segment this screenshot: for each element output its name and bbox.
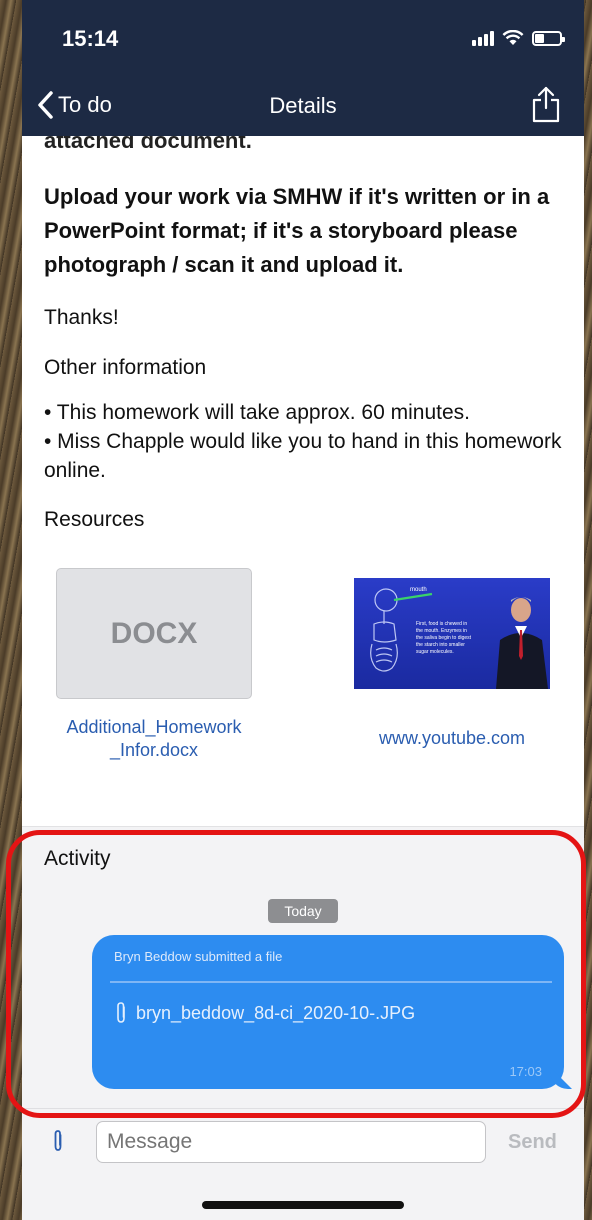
illustration-caption: mouth	[410, 587, 427, 593]
presenter-figure	[496, 597, 548, 689]
thumb-line: First, food is chewed in	[416, 621, 467, 627]
background-left	[0, 0, 22, 1220]
date-separator-badge: Today	[268, 899, 338, 923]
upload-instructions: Upload your work via SMHW if it's writte…	[44, 184, 550, 277]
youtube-resource-link[interactable]: www.youtube.com	[352, 728, 552, 749]
message-time: 17:03	[509, 1064, 542, 1079]
battery-icon	[532, 31, 565, 46]
truncated-text: attached document.	[44, 136, 252, 153]
activity-section: Activity Today Bryn Beddow submitted a f…	[22, 826, 584, 1108]
docx-resource-thumbnail[interactable]: DOCX	[56, 568, 252, 699]
other-information-list: • This homework will take approx. 60 min…	[44, 398, 564, 485]
other-information-heading: Other information	[44, 356, 207, 379]
message-input[interactable]	[96, 1121, 486, 1163]
file-name: bryn_beddow_8d-ci_2020-10-.JPG	[136, 1002, 416, 1023]
signal-icon	[472, 30, 494, 46]
digestive-system-illustration: mouth First, food is chewed in the mouth…	[370, 587, 548, 689]
thumb-line: the mouth. Enzymes in	[416, 628, 467, 634]
thumb-line: sugar molecules.	[416, 649, 454, 655]
message-composer: Send	[22, 1108, 584, 1220]
send-button[interactable]: Send	[508, 1131, 557, 1154]
share-icon[interactable]	[530, 86, 562, 124]
navigation-bar: To do Details	[22, 80, 584, 136]
attached-file-link[interactable]: bryn_beddow_8d-ci_2020-10-.JPG	[114, 1001, 415, 1025]
home-indicator	[202, 1201, 404, 1209]
other-info-item: • Miss Chapple would like you to hand in…	[44, 430, 562, 482]
thanks-text: Thanks!	[44, 306, 119, 329]
thumb-line: the saliva begin to digest	[416, 635, 472, 641]
docx-resource-link[interactable]: Additional_Homework _Infor.docx	[52, 716, 256, 762]
details-content: attached document. Upload your work via …	[22, 136, 584, 826]
other-info-item: • This homework will take approx. 60 min…	[44, 401, 470, 424]
status-bar: 15:14	[22, 0, 584, 80]
activity-message-bubble[interactable]: Bryn Beddow submitted a file bryn_beddow…	[92, 935, 564, 1089]
message-header: Bryn Beddow submitted a file	[114, 949, 283, 964]
paperclip-icon[interactable]	[52, 1129, 64, 1153]
message-divider	[110, 981, 552, 983]
page-title: Details	[269, 93, 337, 118]
thumb-line: the starch into smaller	[416, 642, 465, 648]
resources-heading: Resources	[44, 508, 145, 531]
status-icons	[472, 30, 565, 46]
wifi-icon	[502, 30, 524, 45]
activity-heading: Activity	[44, 847, 111, 870]
paperclip-icon	[117, 1002, 125, 1023]
phone-screen: 15:14 To do Details attached document. U…	[22, 0, 584, 1220]
status-time: 15:14	[62, 26, 119, 51]
video-resource-thumbnail[interactable]: mouth First, food is chewed in the mouth…	[354, 578, 550, 689]
